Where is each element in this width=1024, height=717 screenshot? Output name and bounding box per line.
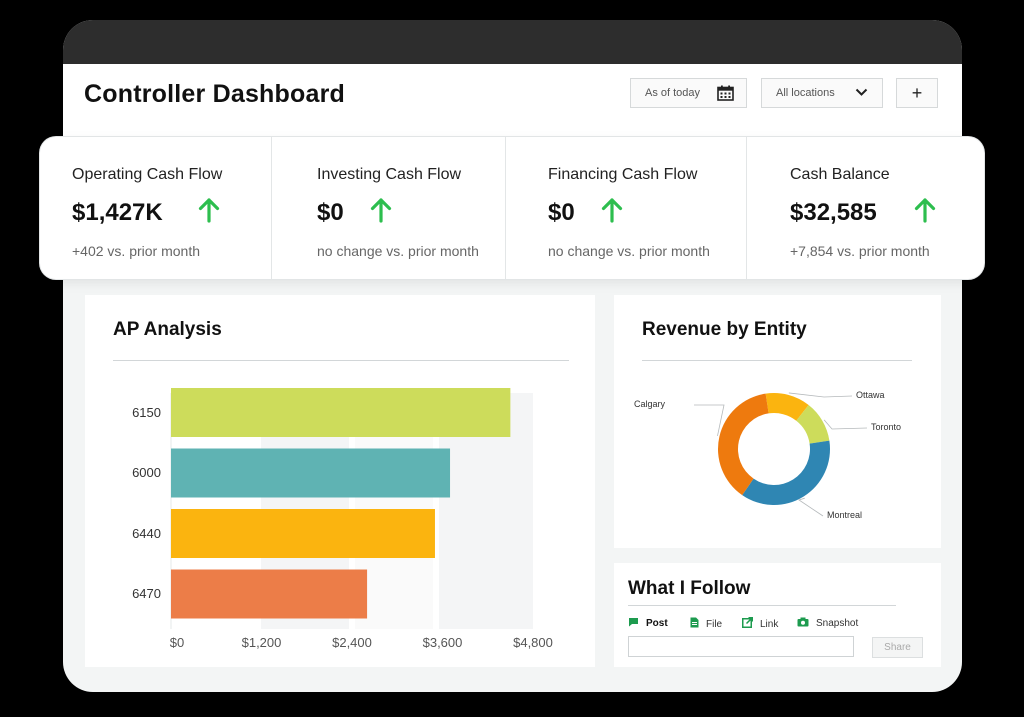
tab-snapshot-label: Snapshot (816, 618, 859, 629)
tab-link-label: Link (760, 618, 779, 630)
dashboard-window: Controller Dashboard As of today All loc… (63, 20, 962, 692)
y-tick-label: 6440 (132, 525, 161, 541)
kpi-comparison: +7,854 vs. prior month (790, 243, 930, 259)
slice-label: Toronto (871, 422, 902, 432)
kpi-comparison: +402 vs. prior month (72, 243, 201, 259)
kpi-value: $1,427K (72, 199, 163, 226)
tab-link[interactable]: Link (742, 617, 778, 631)
leader-line (788, 392, 853, 398)
revenue-panel: Revenue by Entity Ottawa Toronto Montreal C… (614, 295, 941, 548)
page-header: Controller Dashboard As of today All loc… (63, 64, 962, 148)
x-tick-label: $2,400 (332, 635, 372, 650)
window-top-bar (63, 20, 962, 64)
kpi-divider (505, 137, 506, 279)
slice-label: Montreal (827, 510, 863, 520)
kpi-label: Operating Cash Flow (72, 166, 223, 183)
kpi-value: $32,585 (790, 199, 877, 226)
date-filter-label: As of today (645, 87, 701, 99)
ap-analysis-panel: AP Analysis 6150 6000 6440 6470 $0 $1,200 $2,4… (85, 295, 595, 667)
tab-post-label: Post (646, 618, 668, 629)
page-title: Controller Dashboard (84, 80, 345, 108)
kpi-divider (271, 137, 272, 279)
file-icon (690, 617, 706, 631)
leader-line (823, 419, 868, 430)
kpi-value: $0 (548, 199, 575, 226)
chevron-down-icon (855, 88, 868, 100)
calendar-icon (717, 85, 734, 104)
date-filter[interactable]: As of today (630, 78, 747, 108)
kpi-label: Financing Cash Flow (548, 166, 698, 183)
ap-analysis-chart (170, 388, 533, 629)
location-filter[interactable]: All locations (761, 78, 883, 108)
bar-6440 (171, 509, 435, 558)
kpi-value: $0 (317, 199, 344, 226)
arrow-up-icon (914, 197, 936, 228)
tab-snapshot[interactable]: Snapshot (797, 617, 858, 630)
x-tick-label: $4,800 (513, 635, 553, 650)
camera-icon (797, 617, 816, 630)
tab-file[interactable]: File (690, 617, 722, 631)
kpi-label: Cash Balance (790, 166, 890, 183)
leader-line (694, 404, 725, 437)
arrow-up-icon (370, 197, 392, 228)
arrow-up-icon (601, 197, 623, 228)
follow-divider (628, 605, 896, 606)
kpi-card: Operating Cash Flow $1,427K +402 vs. pri… (40, 137, 984, 279)
donut-slice-montreal (742, 440, 830, 505)
tab-file-label: File (706, 618, 723, 630)
follow-title: What I Follow (628, 578, 751, 599)
x-tick-label: $0 (169, 635, 185, 650)
bar-6470 (171, 569, 368, 619)
y-tick-label: 6000 (132, 465, 161, 480)
kpi-label: Investing Cash Flow (317, 166, 462, 183)
tab-post[interactable]: Post (628, 617, 668, 630)
location-filter-label: All locations (776, 87, 835, 99)
x-tick-label: $1,200 (241, 635, 282, 650)
leader-line (798, 497, 824, 517)
y-tick-label: 6470 (132, 586, 161, 601)
kpi-comparison: no change vs. prior month (548, 243, 710, 259)
donut-slice-calgary (718, 393, 769, 496)
follow-panel: What I Follow Post File Link Snapshot Sh… (614, 563, 941, 667)
bar-6150 (171, 388, 511, 437)
comment-icon (628, 617, 646, 630)
bar-6000 (171, 448, 451, 498)
add-button[interactable]: + (896, 78, 938, 108)
post-input[interactable] (628, 636, 854, 657)
slice-label: Calgary (634, 399, 666, 409)
kpi-comparison: no change vs. prior month (317, 243, 479, 259)
arrow-up-icon (198, 197, 220, 228)
slice-label: Ottawa (856, 390, 885, 400)
share-button[interactable]: Share (872, 637, 923, 658)
link-icon (742, 617, 760, 631)
y-tick-label: 6150 (132, 404, 161, 420)
x-tick-label: $3,600 (422, 635, 463, 650)
kpi-divider (746, 137, 747, 279)
